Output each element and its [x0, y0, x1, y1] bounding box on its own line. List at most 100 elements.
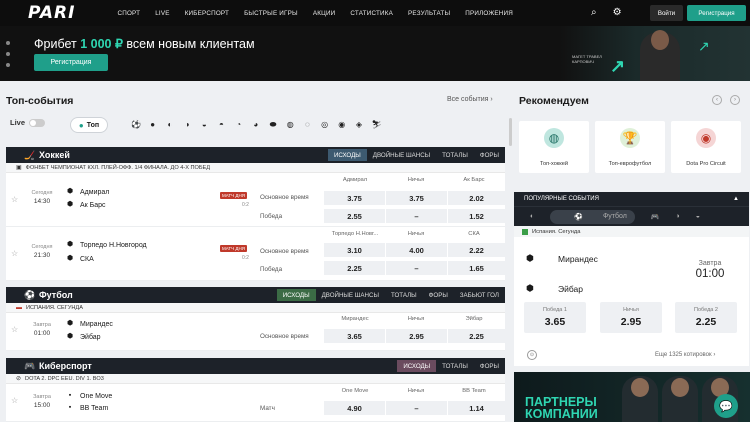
- gamepad-icon[interactable]: 🎮: [651, 213, 660, 221]
- odd-button[interactable]: –: [386, 401, 447, 415]
- odd-button[interactable]: 4.00: [386, 243, 447, 257]
- star-icon[interactable]: ☆: [11, 325, 18, 334]
- more-odds-link[interactable]: Еще 1325 котировок ›: [655, 352, 715, 358]
- all-events-link[interactable]: Все события ›: [447, 96, 493, 103]
- tab-handicaps[interactable]: ФОРЫ: [423, 289, 454, 301]
- nav-results[interactable]: РЕЗУЛЬТАТЫ: [408, 10, 450, 17]
- scrollbar[interactable]: [509, 118, 512, 146]
- live-toggle[interactable]: [29, 118, 46, 127]
- hockey-icon[interactable]: ●: [148, 120, 157, 129]
- chevron-up-icon[interactable]: ▲: [733, 196, 739, 202]
- chevron-right-icon[interactable]: ›: [730, 95, 740, 105]
- odd-button[interactable]: 3.75: [324, 191, 385, 205]
- search-icon[interactable]: ⌕: [591, 7, 597, 18]
- stats-icon[interactable]: ⊙: [527, 350, 537, 360]
- match-row[interactable]: ☆ Сегодня 14:30 ⬢ Адмирал ⬢ Ак Барс МАТЧ ДН…: [6, 173, 505, 227]
- tab-outcomes[interactable]: ИСХОДЫ: [327, 149, 367, 161]
- odd-button[interactable]: 2.02: [448, 191, 505, 205]
- football-tabs: ИСХОДЫ ДВОЙНЫЕ ШАНСЫ ТОТАЛЫ ФОРЫ ЗАБЬЮТ …: [276, 287, 505, 303]
- banner-dot[interactable]: [6, 52, 10, 56]
- banner-register-button[interactable]: Регистрация: [34, 54, 108, 71]
- darts-icon[interactable]: ◈: [354, 120, 363, 129]
- league-row: ▬ ИСПАНИЯ. СЕГУНДА: [6, 303, 505, 313]
- odd-button[interactable]: 2.25: [448, 329, 505, 343]
- logo[interactable]: PARI: [28, 3, 75, 23]
- star-icon[interactable]: ☆: [11, 396, 18, 405]
- nav-fast-games[interactable]: БЫСТРЫЕ ИГРЫ: [244, 10, 298, 17]
- nav-cybersport[interactable]: КИБЕРСПОРТ: [185, 10, 229, 17]
- gear-icon[interactable]: ⚙: [613, 7, 622, 18]
- popular-odd-draw[interactable]: Ничья 2.95: [600, 302, 662, 333]
- tab-handicaps[interactable]: ФОРЫ: [474, 360, 505, 372]
- promo-text: ПАРТНЕРЫ КОМПАНИИ: [525, 395, 598, 421]
- table-tennis-icon[interactable]: ◓: [217, 120, 226, 129]
- odd-button[interactable]: 1.65: [448, 261, 505, 275]
- top-chip[interactable]: ● Топ: [70, 117, 108, 133]
- basketball-icon[interactable]: ◐: [165, 120, 174, 129]
- match-row[interactable]: ☆ Сегодня 21:30 ⬢ Торпедо Н.Новгород ⬢ СКА …: [6, 227, 505, 281]
- tab-will-score[interactable]: ЗАБЬЮТ ГОЛ: [454, 289, 505, 301]
- odd-button[interactable]: 3.10: [324, 243, 385, 257]
- cybersport-icon[interactable]: ◉: [337, 120, 346, 129]
- nav-statistics[interactable]: СТАТИСТИКА: [350, 10, 393, 17]
- football-block: ⚽ Футбол ИСХОДЫ ДВОЙНЫЕ ШАНСЫ ТОТАЛЫ ФОР…: [6, 287, 505, 351]
- login-button[interactable]: Войти: [650, 5, 683, 21]
- nav-promotions[interactable]: АКЦИИ: [313, 10, 336, 17]
- tab-totals[interactable]: ТОТАЛЫ: [385, 289, 423, 301]
- football-icon[interactable]: ◍: [286, 120, 295, 129]
- star-icon[interactable]: ☆: [11, 195, 18, 204]
- tab-double-chance[interactable]: ДВОЙНЫЕ ШАНСЫ: [316, 289, 385, 301]
- team-home: ▪ One Move: [66, 392, 113, 400]
- odd-button[interactable]: 2.95: [386, 329, 447, 343]
- tennis-icon[interactable]: ◑: [183, 120, 192, 129]
- odd-button[interactable]: –: [386, 261, 447, 275]
- snooker-icon[interactable]: ◎: [320, 120, 329, 129]
- tab-outcomes[interactable]: ИСХОДЫ: [397, 360, 437, 372]
- handball-icon[interactable]: ◕: [251, 120, 260, 129]
- banner-dot[interactable]: [6, 63, 10, 67]
- odd-button[interactable]: 2.55: [324, 209, 385, 223]
- tab-totals[interactable]: ТОТАЛЫ: [436, 149, 474, 161]
- tab-handicaps[interactable]: ФОРЫ: [474, 149, 505, 161]
- cricket-icon[interactable]: ◌: [303, 120, 312, 129]
- rec-card-eurofootball[interactable]: 🏆 Топ-еврофутбол: [595, 121, 665, 173]
- banner-dot[interactable]: [6, 41, 10, 45]
- volleyball-icon[interactable]: ◒: [696, 213, 700, 220]
- ski-icon[interactable]: ⛷: [372, 120, 382, 129]
- odd-button[interactable]: 3.75: [386, 191, 447, 205]
- match-row[interactable]: ☆ Завтра 15:00 ▪ One Move ▪ BB Team One Mov…: [6, 384, 505, 422]
- chat-icon[interactable]: 💬: [714, 394, 738, 418]
- rec-card-dota[interactable]: ◉ Dota Pro Circuit: [671, 121, 741, 173]
- nav-apps[interactable]: ПРИЛОЖЕНИЯ: [465, 10, 513, 17]
- nav-sport[interactable]: СПОРТ: [117, 10, 140, 17]
- rugby-icon[interactable]: ⬬: [269, 120, 278, 129]
- tab-football[interactable]: ⚽ Футбол: [550, 209, 635, 224]
- odd-button[interactable]: 2.25: [324, 261, 385, 275]
- volleyball-icon[interactable]: ◒: [200, 120, 209, 129]
- tab-outcomes[interactable]: ИСХОДЫ: [276, 289, 316, 301]
- chevron-left-icon[interactable]: ‹: [712, 95, 722, 105]
- odd-button[interactable]: 1.52: [448, 209, 505, 223]
- series-score: 0:2: [242, 202, 249, 208]
- odd-button[interactable]: 2.22: [448, 243, 505, 257]
- odd-button[interactable]: 4.90: [324, 401, 385, 415]
- tab-totals[interactable]: ТОТАЛЫ: [436, 360, 474, 372]
- register-button[interactable]: Регистрация: [687, 5, 746, 21]
- popular-odd-home[interactable]: Победа 1 3.65: [524, 302, 586, 333]
- odd-button[interactable]: 1.14: [448, 401, 505, 415]
- tab-double-chance[interactable]: ДВОЙНЫЕ ШАНСЫ: [367, 149, 436, 161]
- popular-odd-away[interactable]: Победа 2 2.25: [675, 302, 737, 333]
- tennis-icon[interactable]: ◑: [676, 213, 680, 220]
- odd-button[interactable]: 3.65: [324, 329, 385, 343]
- soccer-icon[interactable]: ⚽: [131, 120, 141, 129]
- popular-header[interactable]: ПОПУЛЯРНЫЕ СОБЫТИЯ ▲: [514, 192, 749, 206]
- odd-button[interactable]: –: [386, 209, 447, 223]
- partners-promo[interactable]: ПАРТНЕРЫ КОМПАНИИ: [514, 372, 750, 422]
- baseball-icon[interactable]: ◔: [234, 120, 243, 129]
- match-row[interactable]: ☆ Завтра 01:00 ⬢ Мирандес ⬢ Эйбар Мирандес …: [6, 313, 505, 351]
- star-icon[interactable]: ☆: [11, 249, 18, 258]
- nav-live[interactable]: LIVE: [155, 10, 169, 17]
- basketball-icon[interactable]: ◐: [530, 213, 534, 220]
- rec-card-hockey[interactable]: ◍ Топ-хоккей: [519, 121, 589, 173]
- esports-tabs: ИСХОДЫ ТОТАЛЫ ФОРЫ: [397, 358, 505, 374]
